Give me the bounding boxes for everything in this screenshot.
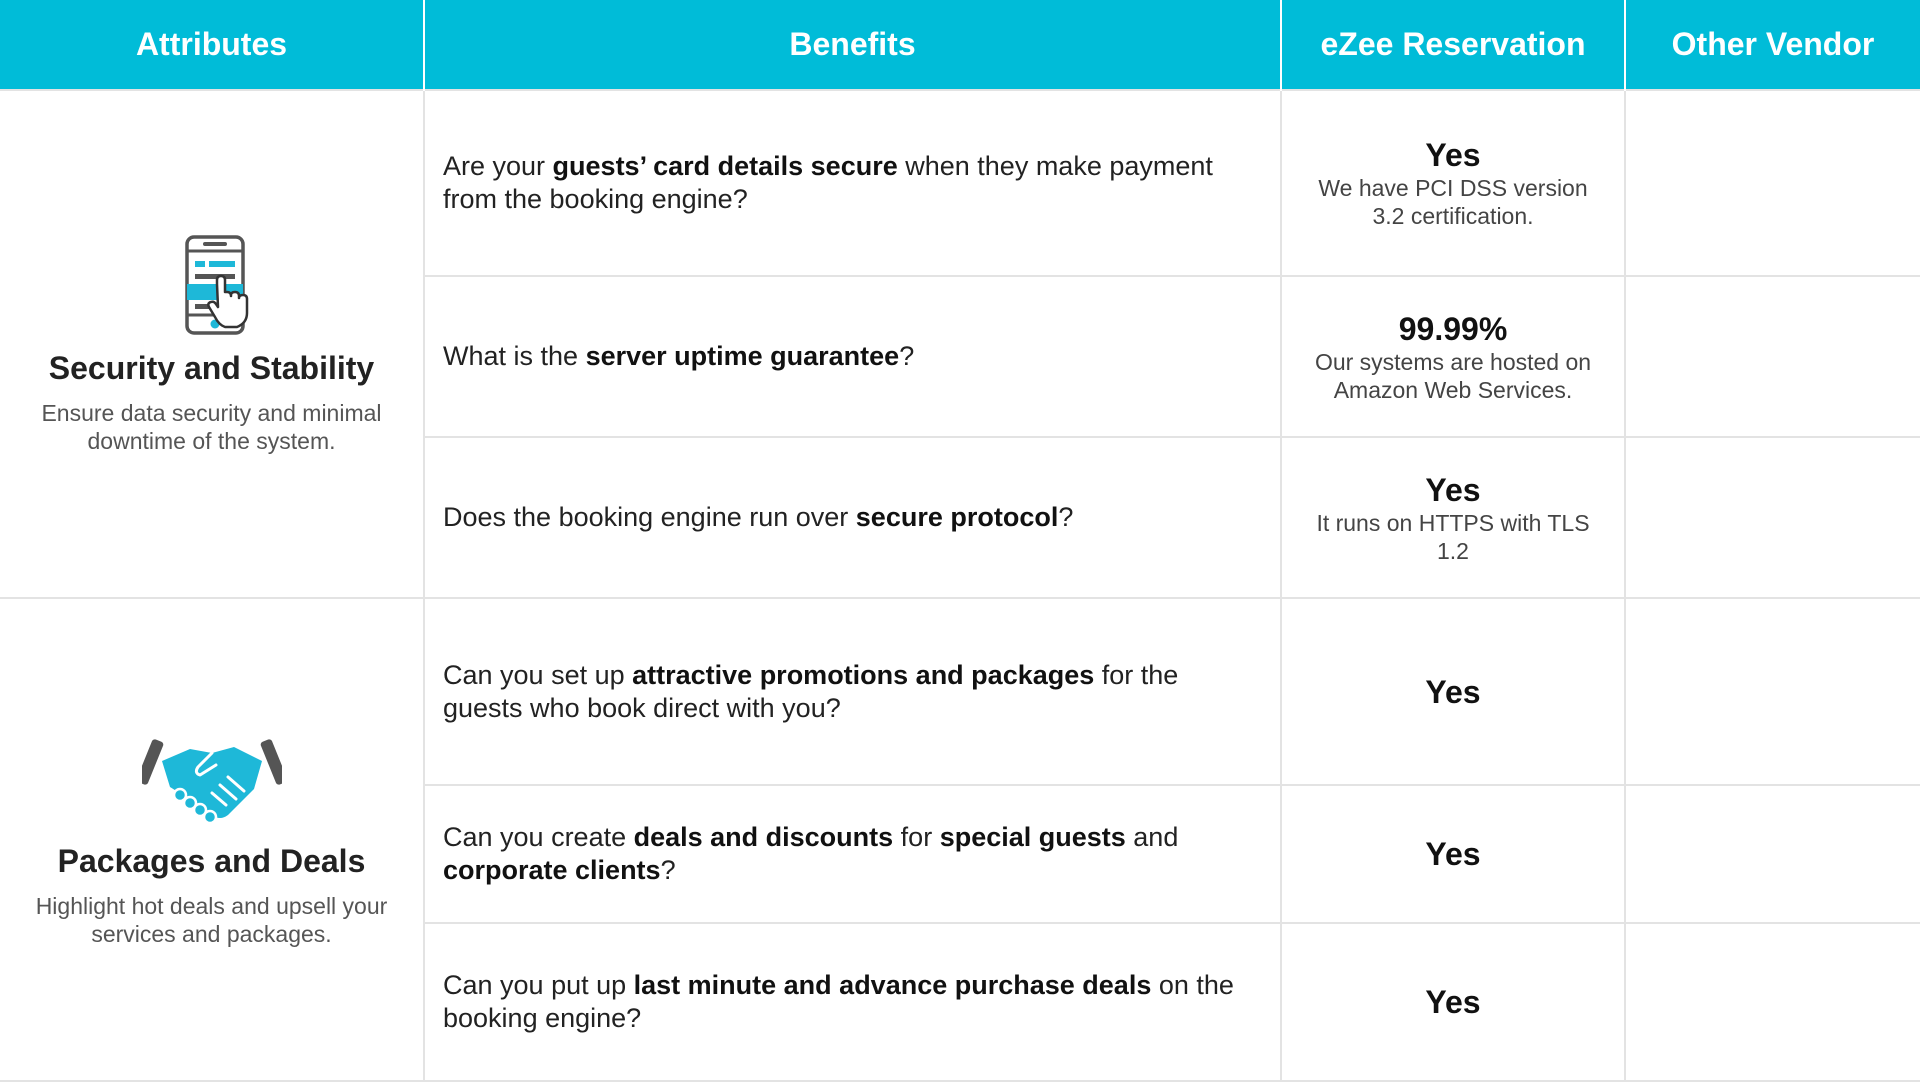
handshake-icon — [141, 739, 282, 825]
ezee-cell: Yes We have PCI DSS version 3.2 certific… — [1280, 89, 1626, 277]
header-attributes: Attributes — [0, 0, 425, 90]
attribute-title: Packages and Deals — [57, 843, 366, 879]
benefit-cell: Does the booking engine run over secure … — [424, 436, 1282, 599]
benefit-cell: Can you set up attractive promotions and… — [423, 597, 1282, 786]
attribute-description: Ensure data security and minimal downtim… — [41, 399, 382, 454]
ezee-answer: Yes — [1425, 836, 1481, 872]
ezee-cell: Yes — [1280, 597, 1626, 786]
table-row: Packages and Deals Highlight hot deals a… — [0, 597, 1920, 1082]
ezee-detail: It runs on HTTPS with TLS 1.2 — [1316, 509, 1590, 564]
benefit-text: and — [1125, 822, 1179, 852]
mobile-tap-icon — [184, 234, 248, 335]
benefit-highlight: corporate clients — [443, 855, 661, 885]
benefit-highlight: attractive promotions and packages — [632, 659, 1095, 690]
benefit-cell: Can you put up last minute and advance p… — [424, 922, 1282, 1082]
benefit-cell: Can you create deals and discounts for s… — [424, 784, 1282, 924]
benefit-text: ? — [1058, 502, 1074, 532]
other-vendor-cell — [1624, 436, 1920, 599]
benefit-highlight: server uptime guarantee — [585, 341, 900, 371]
ezee-answer: Yes — [1425, 137, 1481, 173]
benefit-text: for — [893, 822, 940, 852]
header-row: Attributes Benefits eZee Reservation Oth… — [0, 0, 1920, 90]
benefit-highlight: secure protocol — [855, 502, 1059, 532]
ezee-cell: Yes — [1280, 922, 1626, 1082]
ezee-cell: Yes — [1280, 784, 1626, 924]
ezee-cell: Yes It runs on HTTPS with TLS 1.2 — [1280, 436, 1626, 599]
other-vendor-cell — [1624, 275, 1920, 438]
benefit-text: ? — [899, 341, 915, 371]
attribute-security: Security and Stability Ensure data secur… — [0, 89, 425, 599]
table-row: Security and Stability Ensure data secur… — [0, 89, 1920, 599]
benefit-text: Can you create — [443, 822, 634, 852]
header-other-vendor: Other Vendor — [1625, 0, 1920, 90]
ezee-answer: Yes — [1425, 984, 1481, 1020]
benefit-text: Does the booking engine run over — [443, 502, 856, 532]
benefit-highlight: last minute and advance purchase deals — [633, 970, 1152, 1000]
benefit-text: ? — [660, 855, 676, 885]
ezee-answer: Yes — [1425, 471, 1481, 508]
ezee-detail: Our systems are hosted on Amazon Web Ser… — [1314, 348, 1592, 403]
ezee-cell: 99.99% Our systems are hosted on Amazon … — [1280, 275, 1626, 438]
other-vendor-cell — [1624, 784, 1920, 924]
benefit-highlight: guests’ card details secure — [552, 151, 898, 181]
benefit-cell: Are your guests’ card details secure whe… — [423, 89, 1282, 277]
comparison-table: Attributes Benefits eZee Reservation Oth… — [0, 0, 1920, 1082]
benefit-text: Are your — [443, 151, 553, 181]
other-vendor-cell — [1624, 922, 1920, 1082]
ezee-detail: We have PCI DSS version 3.2 certificatio… — [1318, 175, 1588, 229]
benefit-text: What is the — [443, 341, 586, 371]
benefit-text: Can you put up — [443, 970, 634, 1000]
ezee-answer: Yes — [1425, 673, 1481, 710]
benefit-cell: What is the server uptime guarantee? — [424, 275, 1282, 438]
header-benefits: Benefits — [424, 0, 1282, 90]
other-vendor-cell — [1624, 597, 1920, 786]
attribute-packages: Packages and Deals Highlight hot deals a… — [0, 597, 425, 1082]
attribute-title: Security and Stability — [48, 349, 375, 386]
other-vendor-cell — [1624, 89, 1920, 277]
benefit-text: Can you set up — [443, 659, 633, 690]
benefit-highlight: deals and discounts — [633, 822, 894, 852]
header-ezee-reservation: eZee Reservation — [1281, 0, 1626, 90]
benefit-highlight: special guests — [939, 822, 1126, 852]
attribute-description: Highlight hot deals and upsell your serv… — [35, 893, 388, 947]
ezee-answer: 99.99% — [1398, 310, 1508, 347]
